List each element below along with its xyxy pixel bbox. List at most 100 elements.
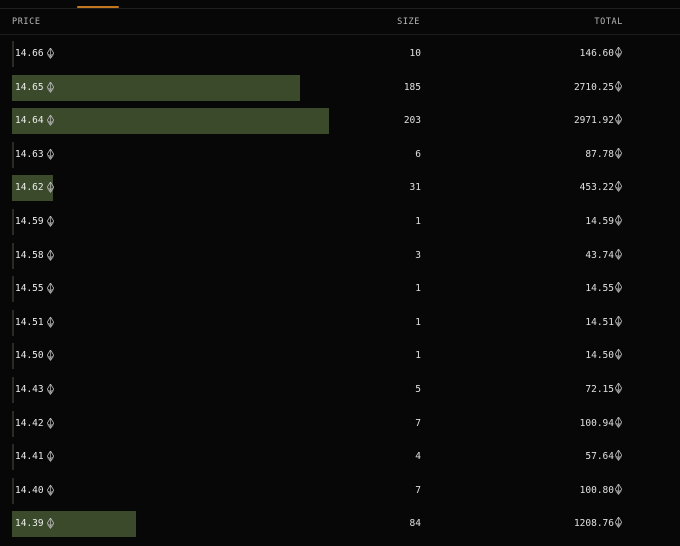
price-value: 14.50 [15, 350, 44, 362]
orderbook-row[interactable]: 14.59 1 14.59 [0, 205, 680, 239]
depth-bar [12, 309, 14, 336]
orderbook-row[interactable]: 14.65 185 2710.25 [0, 71, 680, 105]
ethereum-icon [46, 182, 54, 194]
orderbook-row[interactable]: 14.39 84 1208.76 [0, 507, 680, 541]
ethereum-icon [615, 450, 622, 462]
row-price[interactable]: 14.59 [15, 215, 54, 227]
ethereum-icon [615, 214, 622, 226]
ethereum-icon [615, 80, 622, 92]
ethereum-icon [46, 518, 54, 530]
ethereum-icon [46, 48, 54, 59]
row-total: 14.59 [585, 215, 614, 227]
orderbook-row[interactable]: 14.66 10 146.60 [0, 37, 680, 71]
ethereum-icon [46, 484, 54, 496]
row-size: 84 [409, 518, 421, 530]
row-price[interactable]: 14.50 [15, 350, 54, 362]
price-value: 14.42 [15, 417, 44, 429]
ethereum-icon [46, 350, 54, 362]
row-size: 31 [409, 182, 421, 194]
row-price[interactable]: 14.65 [15, 81, 54, 93]
row-price[interactable]: 14.51 [15, 316, 54, 328]
row-size: 10 [409, 48, 421, 59]
row-price[interactable]: 14.43 [15, 383, 54, 395]
row-price[interactable]: 14.55 [15, 283, 54, 295]
depth-bar [12, 376, 14, 403]
size-column-header[interactable]: SIZE [380, 17, 420, 27]
orderbook-row[interactable]: 14.40 7 100.80 [0, 474, 680, 508]
depth-bar [12, 242, 14, 269]
depth-bar [12, 343, 14, 370]
row-price[interactable]: 14.64 [15, 115, 54, 127]
price-value: 14.66 [15, 48, 44, 59]
total-column-header[interactable]: TOTAL [560, 17, 623, 27]
row-total: 146.60 [579, 48, 614, 59]
price-value: 14.59 [15, 215, 44, 227]
ethereum-icon [615, 315, 622, 327]
orderbook-row[interactable]: 14.51 1 14.51 [0, 306, 680, 340]
row-price[interactable]: 14.58 [15, 249, 54, 261]
depth-bar [12, 108, 329, 135]
price-value: 14.41 [15, 451, 44, 463]
ethereum-icon [46, 148, 54, 160]
row-size: 203 [403, 115, 421, 127]
row-size: 3 [415, 249, 421, 261]
depth-bar [12, 276, 14, 303]
row-size: 6 [415, 148, 421, 160]
row-total: 453.22 [579, 182, 614, 194]
row-price[interactable]: 14.39 [15, 518, 54, 530]
row-price[interactable]: 14.42 [15, 417, 54, 429]
price-column-header[interactable]: PRICE [12, 17, 41, 27]
ethereum-icon [615, 114, 622, 126]
orderbook-row[interactable]: 14.50 1 14.50 [0, 339, 680, 373]
row-size: 5 [415, 383, 421, 395]
orderbook-row[interactable]: 14.41 4 57.64 [0, 440, 680, 474]
price-value: 14.63 [15, 148, 44, 160]
ethereum-icon [615, 517, 622, 529]
orderbook-row[interactable]: 14.55 1 14.55 [0, 272, 680, 306]
price-value: 14.64 [15, 115, 44, 127]
depth-bar [12, 410, 14, 437]
row-price[interactable]: 14.41 [15, 451, 54, 463]
row-price[interactable]: 14.66 [15, 48, 54, 59]
orderbook-row[interactable]: 14.64 203 2971.92 [0, 104, 680, 138]
orderbook-row[interactable]: 14.58 3 43.74 [0, 239, 680, 273]
row-total: 1208.76 [573, 518, 614, 530]
depth-bar [12, 41, 14, 67]
orderbook-row[interactable]: 14.63 6 87.78 [0, 138, 680, 172]
ethereum-icon [615, 483, 622, 495]
row-size: 185 [403, 81, 421, 93]
row-total: 14.50 [585, 350, 614, 362]
row-size: 7 [415, 484, 421, 496]
row-size: 4 [415, 451, 421, 463]
depth-bar [12, 74, 301, 101]
header-divider [0, 34, 680, 35]
row-total: 100.80 [579, 484, 614, 496]
row-total: 2971.92 [573, 115, 614, 127]
ethereum-icon [46, 283, 54, 295]
row-size: 7 [415, 417, 421, 429]
orderbook-rows: 14.66 10 146.60 14.65 185 2710.25 14.64 203 2971… [0, 37, 680, 541]
ethereum-icon [46, 215, 54, 227]
price-value: 14.39 [15, 518, 44, 530]
row-size: 1 [415, 215, 421, 227]
row-price[interactable]: 14.40 [15, 484, 54, 496]
price-value: 14.62 [15, 182, 44, 194]
orderbook-header: PRICE SIZE TOTAL [0, 10, 680, 34]
orderbook-row[interactable]: 14.62 31 453.22 [0, 171, 680, 205]
ethereum-icon [46, 81, 54, 93]
row-total: 2710.25 [573, 81, 614, 93]
ethereum-icon [46, 451, 54, 463]
ethereum-icon [615, 248, 622, 260]
depth-bar [12, 208, 14, 235]
top-divider [0, 8, 680, 9]
row-total: 72.15 [585, 383, 614, 395]
ethereum-icon [46, 383, 54, 395]
ethereum-icon [46, 316, 54, 328]
row-total: 43.74 [585, 249, 614, 261]
depth-bar [12, 444, 14, 471]
orderbook-row[interactable]: 14.42 7 100.94 [0, 407, 680, 441]
orderbook-row[interactable]: 14.43 5 72.15 [0, 373, 680, 407]
ethereum-icon [46, 417, 54, 429]
row-price[interactable]: 14.63 [15, 148, 54, 160]
row-price[interactable]: 14.62 [15, 182, 54, 194]
